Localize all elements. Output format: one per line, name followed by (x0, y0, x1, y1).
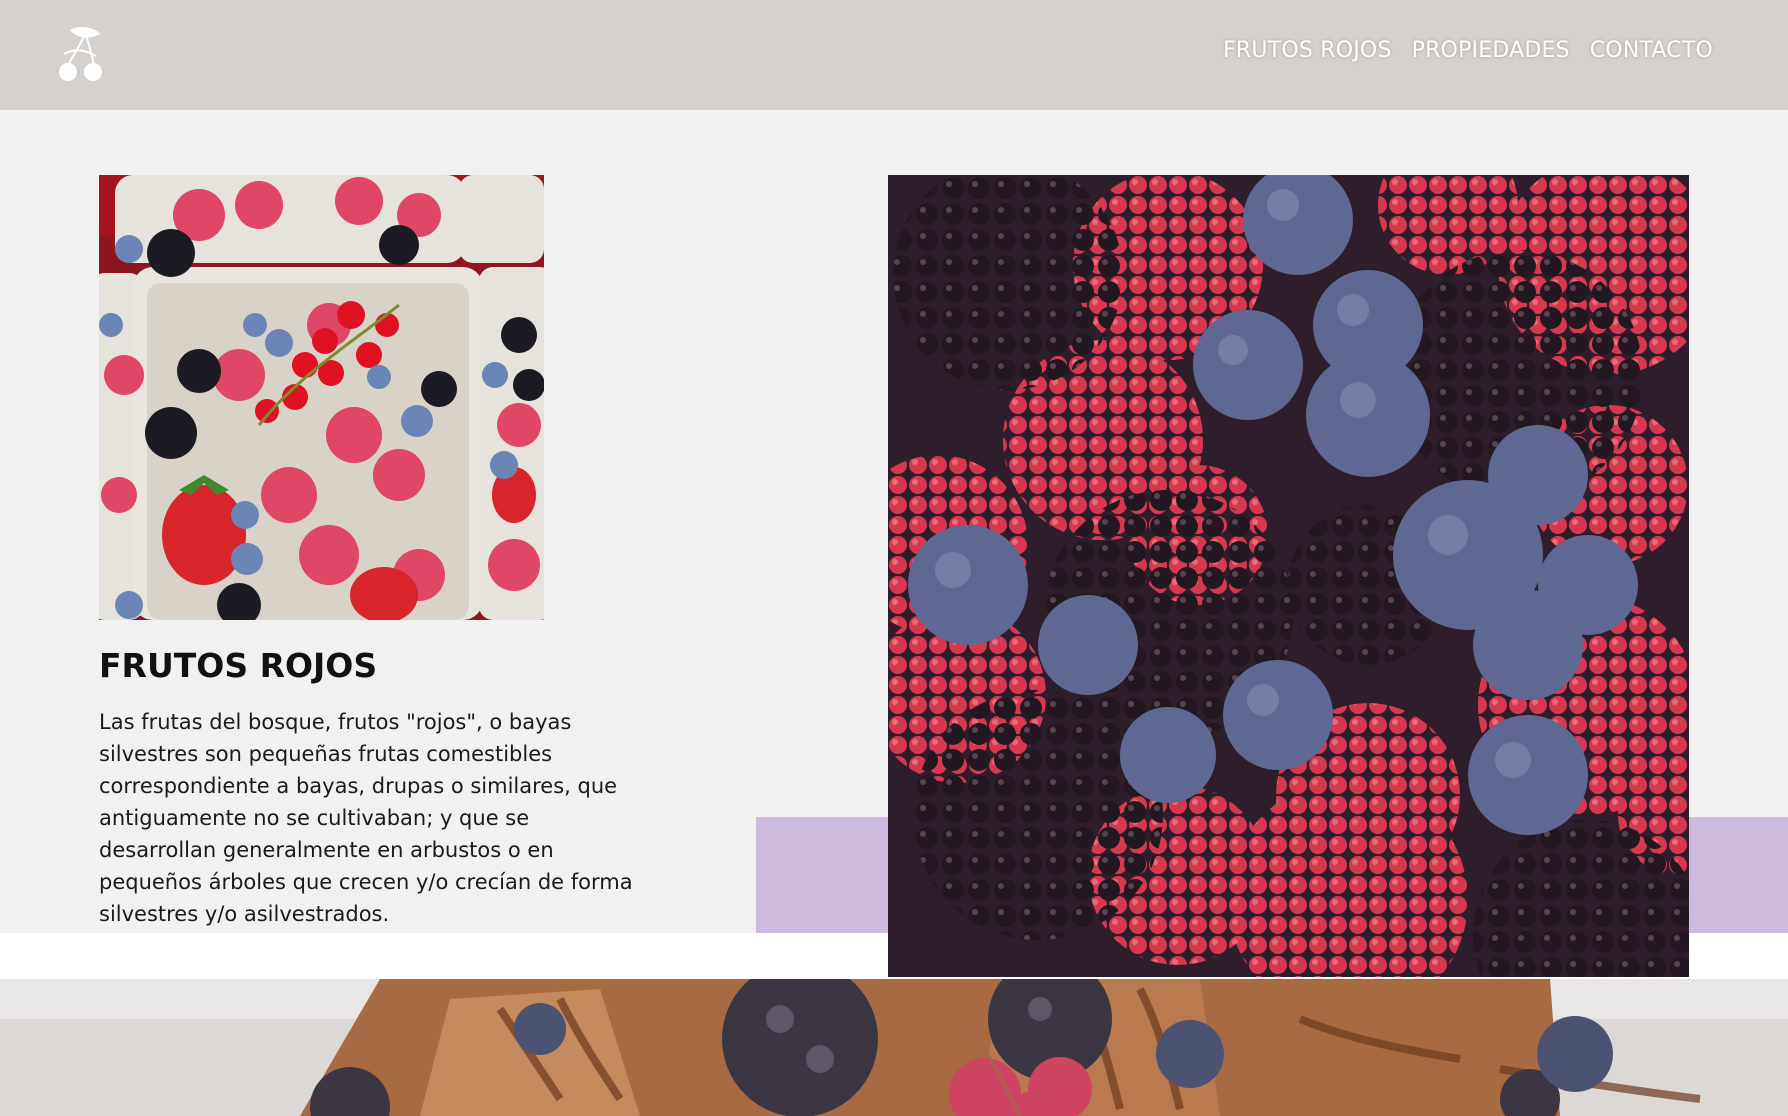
section-description: Las frutas del bosque, frutos "rojos", o… (99, 710, 633, 926)
cherry-logo-icon[interactable] (56, 26, 114, 82)
nav-link-contacto[interactable]: CONTACTO (1590, 38, 1713, 63)
dessert-banner-photo (0, 979, 1788, 1116)
intro-section: FRUTOS ROJOS Las frutas del bosque, frut… (0, 110, 1788, 1041)
nav-link-frutos-rojos[interactable]: FRUTOS ROJOS (1223, 38, 1392, 63)
page: FRUTOS ROJOS PROPIEDADES CONTACTO FRUTOS… (0, 0, 1788, 1116)
main-nav: FRUTOS ROJOS PROPIEDADES CONTACTO (1223, 38, 1713, 63)
mixed-berries-photo (888, 175, 1689, 977)
section-title: FRUTOS ROJOS (99, 646, 378, 685)
nav-link-propiedades[interactable]: PROPIEDADES (1412, 38, 1570, 63)
berry-baskets-photo (99, 175, 544, 620)
